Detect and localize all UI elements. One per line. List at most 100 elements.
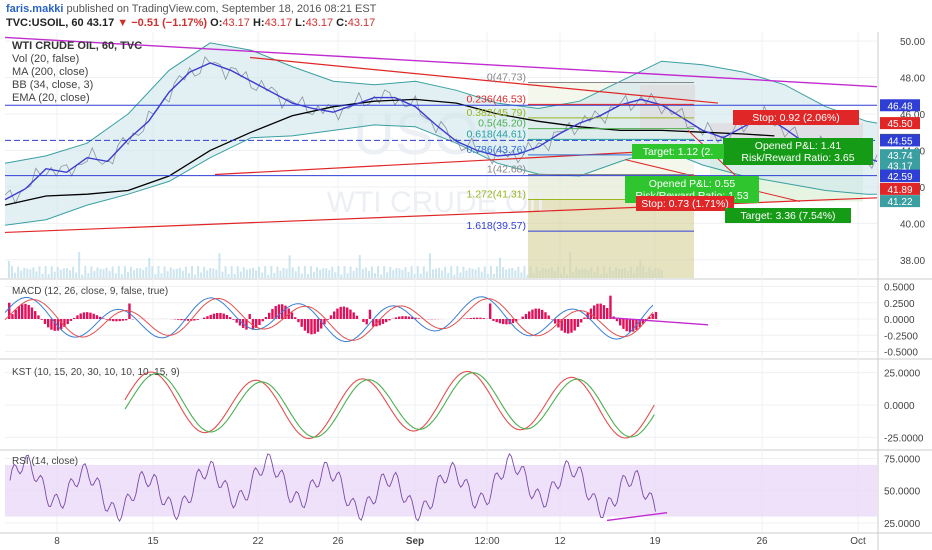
macd-histogram-bar: [73, 317, 76, 319]
macd-histogram-bar: [352, 312, 355, 319]
volume-bar: [242, 267, 245, 278]
volume-bar: [367, 270, 370, 278]
macd-histogram-bar: [528, 311, 531, 319]
macd-histogram-bar: [365, 319, 368, 325]
macd-histogram-bar: [89, 312, 92, 319]
rsi-tick-label: 50.0000: [884, 487, 921, 498]
macd-histogram-bar: [466, 318, 469, 319]
volume-bar: [386, 272, 389, 278]
fib-level-label: 1.618(39.57): [466, 220, 526, 232]
volume-bar: [114, 273, 117, 278]
volume-bar: [334, 272, 337, 278]
volume-bar: [139, 268, 142, 278]
macd-histogram-bar: [511, 319, 515, 324]
macd-histogram-bar: [300, 319, 303, 327]
volume-bar: [20, 270, 23, 278]
macd-histogram-bar: [11, 314, 14, 319]
volume-bar: [105, 267, 108, 278]
macd-histogram-bar: [492, 319, 495, 321]
macd-title: MACD (12, 26, close, 9, false, true): [12, 286, 168, 297]
volume-bar: [8, 261, 10, 278]
price-axis-badge-text: 41.89: [887, 185, 912, 196]
symbol-name: TVC:USOIL, 60: [6, 17, 84, 29]
macd-histogram-bar: [368, 309, 372, 319]
macd-histogram-bar: [17, 306, 21, 319]
down-arrow-icon: ▼: [117, 17, 129, 29]
macd-histogram-bar: [92, 313, 95, 319]
price-axis[interactable]: 50.0048.0046.0044.0042.0040.0038.0046.48…: [880, 37, 925, 530]
macd-histogram-bar: [619, 319, 622, 326]
volume-bar: [178, 267, 181, 278]
macd-histogram-bar: [394, 317, 398, 319]
volume-bar: [514, 270, 517, 278]
rsi-pane[interactable]: [5, 453, 877, 523]
volume-bar: [224, 266, 227, 278]
rsi-band: [5, 464, 877, 517]
macd-histogram-bar: [573, 319, 576, 331]
stop-label-1-text: Stop: 0.92 (2.06%): [752, 112, 840, 124]
volume-bar: [313, 271, 315, 278]
volume-bar: [306, 274, 309, 278]
volume-bar: [486, 273, 489, 278]
macd-histogram-bar: [50, 319, 53, 330]
price-axis-badge-text: 42.59: [887, 172, 912, 183]
macd-histogram-bar: [47, 319, 50, 328]
volume-bar: [236, 266, 239, 278]
macd-histogram-bar: [14, 309, 17, 319]
volume-bar: [38, 266, 41, 278]
macd-histogram-bar: [307, 319, 310, 334]
volume-bar: [53, 271, 56, 278]
author-link[interactable]: faris.makki: [6, 3, 63, 15]
volume-bar: [218, 253, 221, 278]
volume-bar: [465, 270, 468, 278]
volume-bar: [136, 268, 139, 278]
volume-bar: [496, 266, 498, 278]
legend-vol: Vol (20, false): [12, 53, 79, 65]
macd-histogram-bar: [482, 318, 485, 319]
macd-histogram-bar: [580, 319, 583, 323]
macd-histogram-bar: [79, 313, 82, 319]
macd-histogram-bar: [222, 313, 225, 319]
macd-histogram-bar: [216, 313, 219, 319]
price-axis-badge-text: 46.48: [887, 101, 912, 112]
volume-bar: [41, 273, 44, 278]
macd-histogram-bar: [495, 319, 498, 323]
macd-histogram-bar: [381, 319, 385, 324]
volume-bar: [26, 268, 29, 278]
price-axis-badge-text: 44.55: [887, 136, 912, 147]
volume-bar: [99, 268, 102, 278]
macd-histogram-bar: [105, 319, 108, 320]
macd-histogram-bar: [95, 315, 99, 319]
kst-tick-label: 0.0000: [884, 401, 915, 412]
volume-bar: [276, 266, 279, 278]
target-label-2-text: Target: 3.36 (7.54%): [740, 210, 835, 222]
macd-tick-label: 0.2500: [884, 299, 915, 310]
volume-bar: [93, 270, 96, 278]
volume-bar: [282, 267, 285, 278]
volume-bar: [166, 271, 169, 278]
volume-bar: [456, 266, 459, 278]
time-axis[interactable]: 8 15 22 26 Sep 12:00 12 19 26 Oct: [54, 536, 866, 547]
volume-bar: [502, 267, 505, 278]
macd-histogram-bar: [21, 304, 24, 319]
macd-histogram-bar: [294, 317, 297, 319]
macd-histogram-bar: [567, 319, 570, 334]
macd-histogram-bar: [342, 306, 346, 319]
volume-bar: [270, 266, 273, 278]
pnl-label-1-text: Opened P&L: 1.41: [755, 140, 842, 152]
volume-bar: [380, 274, 383, 278]
volume-bar: [358, 255, 361, 278]
macd-histogram-bar: [34, 311, 37, 319]
macd-histogram-bar: [599, 303, 602, 319]
chart-canvas[interactable]: USOIL WTI CRUDE OIL 0(47.73)0.236(46.53)…: [0, 32, 932, 550]
macd-histogram-bar: [615, 319, 619, 322]
volume-bar: [416, 266, 419, 278]
macd-histogram-bar: [498, 319, 502, 324]
volume-bar: [468, 267, 471, 278]
volume-bar: [337, 266, 340, 278]
macd-histogram-bar: [118, 319, 121, 322]
volume-bar: [227, 273, 230, 278]
volume-bar: [328, 270, 331, 278]
volume-bar: [239, 271, 242, 278]
volume-bar: [483, 266, 486, 278]
